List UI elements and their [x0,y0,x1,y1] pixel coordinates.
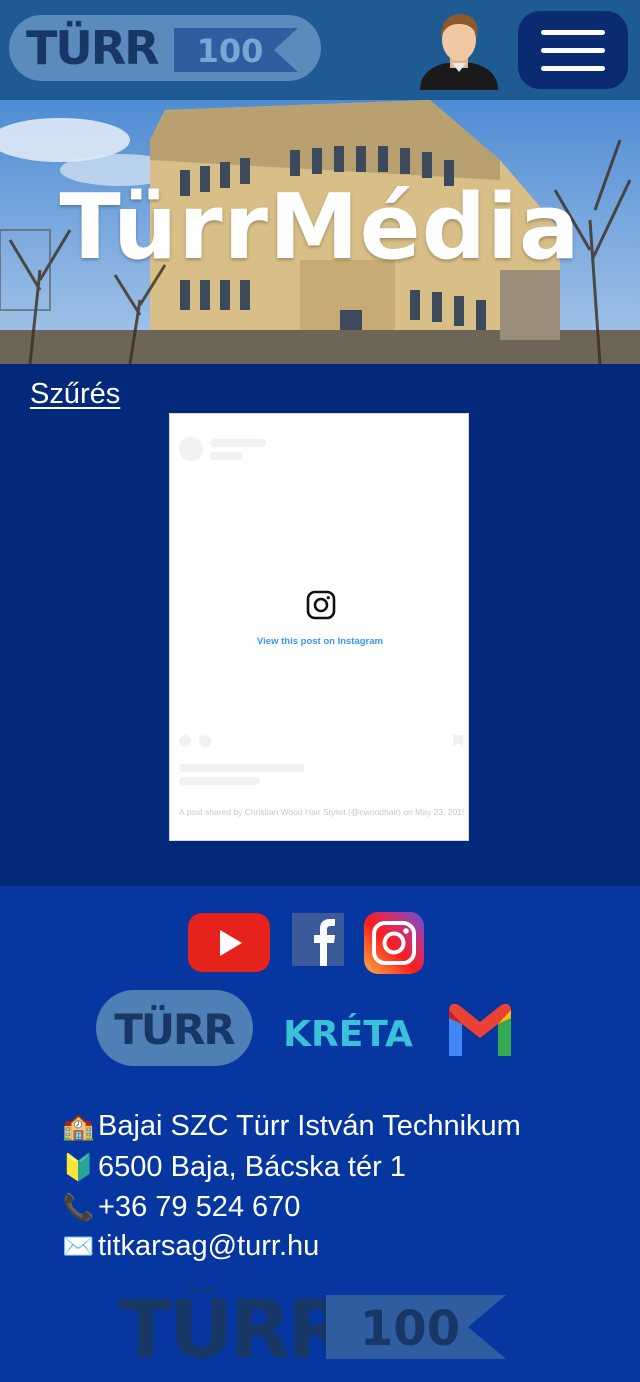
user-avatar-icon[interactable] [418,10,500,90]
svg-text:KRÉTA: KRÉTA [283,1013,413,1055]
logo-turr-text: TÜRR [26,21,160,75]
main-content: Szűrés View this post on Instagram A pos… [0,364,640,886]
text-placeholder [210,439,266,447]
facebook-icon[interactable] [292,913,344,966]
menu-line-icon [541,48,605,53]
contact-phone[interactable]: 📞 +36 79 524 670 [62,1189,300,1225]
contact-address: 🔰 6500 Baja, Bácska tér 1 [62,1151,406,1183]
logo-100-badge: 100 [174,28,298,72]
post-caption: A post shared by Christian Wood Hair Sty… [179,807,464,817]
youtube-icon[interactable] [188,913,270,972]
logo-100-text: 100 [197,32,264,70]
hero-banner: TürrMédia [0,100,640,364]
text-placeholder [179,764,305,772]
envelope-icon: ✉️ [62,1231,95,1261]
page-title: TürrMédia [59,175,581,280]
contact-email[interactable]: ✉️ titkarsag@turr.hu [62,1228,319,1264]
text-placeholder [179,777,260,785]
gmail-icon[interactable] [449,1004,511,1056]
top-header: TÜRR 100 [0,0,640,100]
view-on-instagram-link[interactable]: View this post on Instagram [170,636,470,647]
kreta-logo[interactable]: KRÉTA [280,996,416,1062]
svg-text:TÜRR: TÜRR [114,1004,235,1054]
hamburger-menu-button[interactable] [518,11,628,89]
footer: TÜRR KRÉTA 🏫 Bajai SZC Türr István Techni… [0,886,640,1382]
phone-icon: 📞 [62,1192,95,1222]
svg-text:TÜRR: TÜRR [118,1289,347,1365]
contact-school-name: 🏫 Bajai SZC Türr István Technikum [62,1110,521,1142]
instagram-embed-card[interactable]: View this post on Instagram A post share… [169,413,469,841]
instagram-icon [306,590,336,620]
text-placeholder [210,452,243,460]
turr100-footer-logo: TÜRR 100 [118,1289,506,1365]
menu-line-icon [541,66,605,71]
filter-link[interactable]: Szűrés [30,378,120,411]
svg-text:100: 100 [360,1301,460,1357]
profile-placeholder [179,437,203,461]
school-icon: 🏫 [62,1111,95,1141]
post-actions-placeholder [179,735,463,747]
turr-school-logo[interactable]: TÜRR [96,990,253,1066]
instagram-icon[interactable] [364,912,424,974]
beginner-badge-icon: 🔰 [62,1152,95,1182]
menu-line-icon [541,30,605,35]
